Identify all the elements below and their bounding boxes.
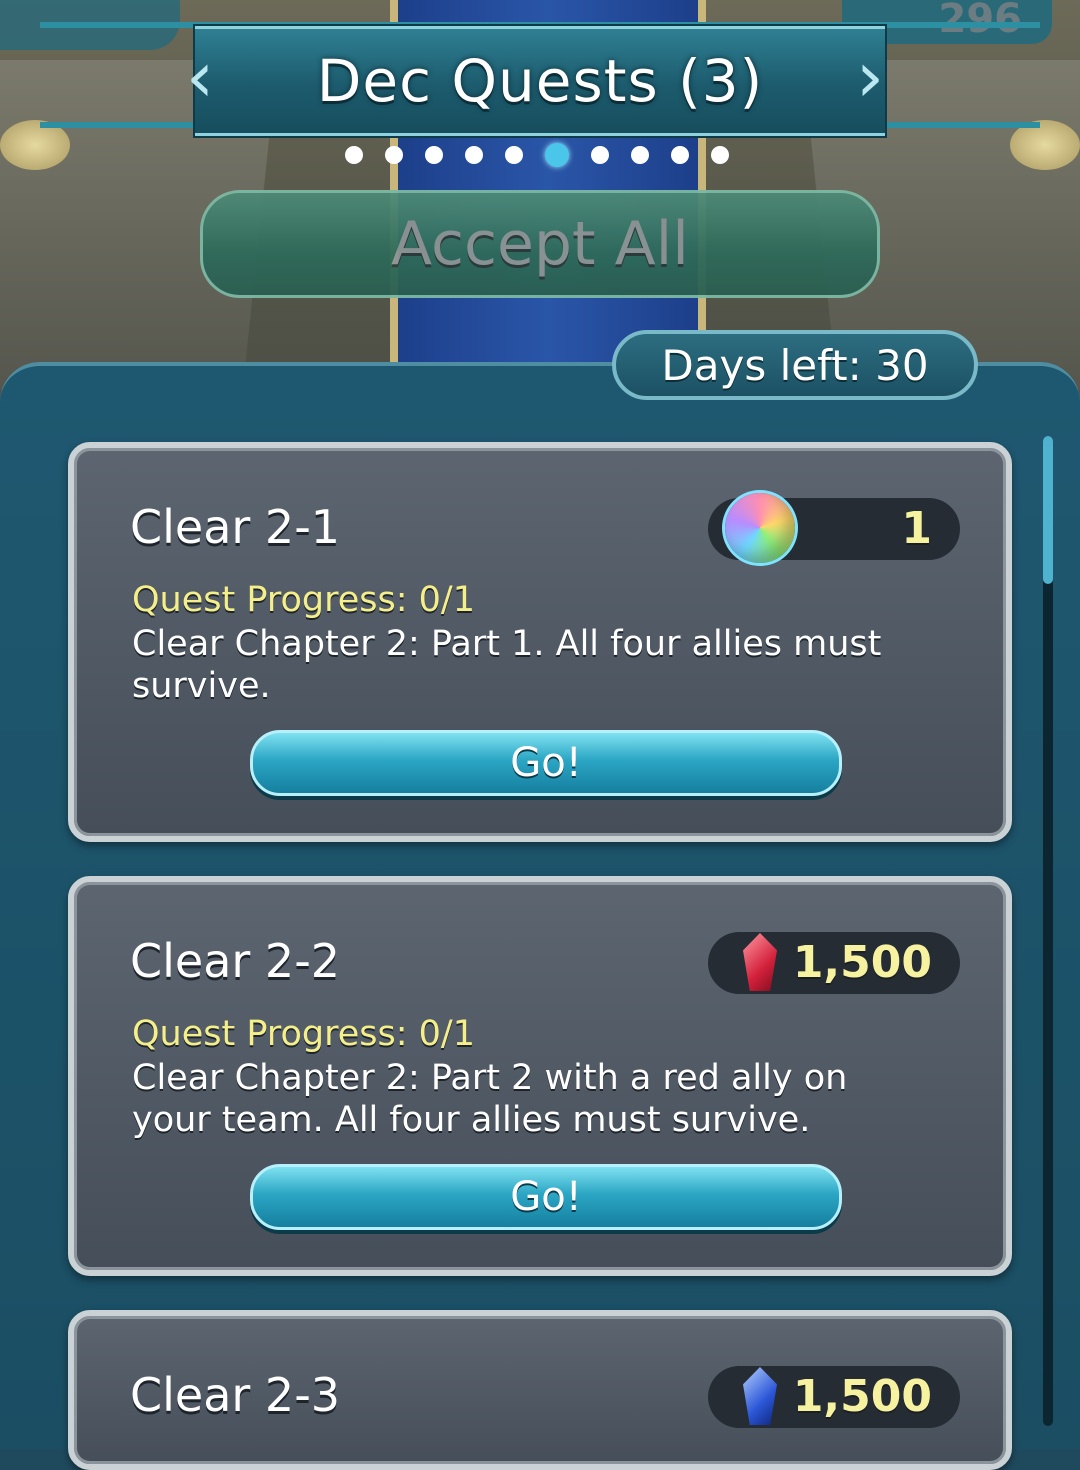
reward-amount: 1,500 [792,937,932,988]
page-dot[interactable] [385,146,403,164]
quest-card: Clear 2-2 1,500 Quest Progress: 0/1 Clea… [68,876,1012,1276]
page-dot[interactable] [465,146,483,164]
quest-description: Clear Chapter 2: Part 1. All four allies… [132,624,882,706]
page-title: Dec Quests (3) [316,47,764,115]
blue-crystal-icon [724,1360,796,1432]
quest-title: Clear 2-2 [130,934,341,988]
days-left-badge: Days left: 30 [612,330,978,400]
previous-page-arrow-icon[interactable]: ‹ [170,22,230,132]
reward-badge: 1,500 [708,932,960,994]
orb-icon [724,492,796,564]
page-dot[interactable] [711,146,729,164]
reward-badge: 1 [708,493,960,563]
page-dot[interactable] [345,146,363,164]
quest-progress: Quest Progress: 0/1 [132,1014,475,1054]
page-dot[interactable] [671,146,689,164]
quest-card: Clear 2-1 1 Quest Progress: 0/1 Clear Ch… [68,442,1012,842]
page-indicator [345,141,729,169]
quest-title: Clear 2-1 [130,500,341,554]
scrollbar-thumb[interactable] [1043,436,1053,584]
reward-badge: 1,500 [708,1366,960,1428]
quest-progress: Quest Progress: 0/1 [132,580,475,620]
go-button[interactable]: Go! [250,730,842,796]
page-dot[interactable] [425,146,443,164]
reward-amount: 1 [901,503,932,554]
quest-title: Clear 2-3 [130,1368,341,1422]
go-button[interactable]: Go! [250,1164,842,1230]
page-dot[interactable] [505,146,523,164]
title-banner: Dec Quests (3) [195,26,885,136]
page-dot[interactable] [631,146,649,164]
page-dot[interactable] [591,146,609,164]
scrollbar[interactable] [1043,436,1053,1426]
page-dot-active[interactable] [545,143,569,167]
reward-amount: 1,500 [792,1371,932,1422]
next-page-arrow-icon[interactable]: › [840,22,900,132]
accept-all-button[interactable]: Accept All [200,190,880,298]
quest-card: Clear 2-3 1,500 [68,1310,1012,1470]
quest-description: Clear Chapter 2: Part 2 with a red ally … [132,1058,848,1140]
red-crystal-icon [724,926,796,998]
